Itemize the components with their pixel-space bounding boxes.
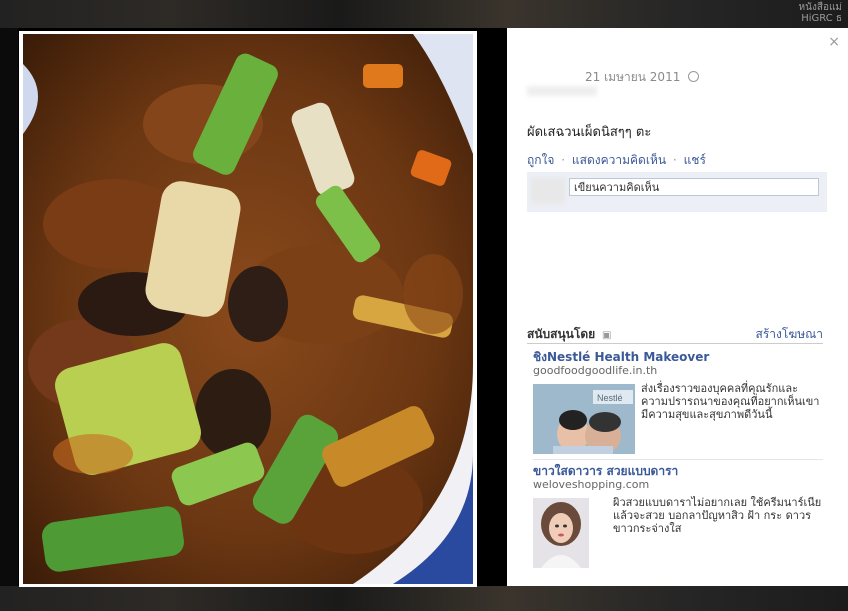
photo-date-row: 21 เมษายน 2011 [585,68,700,87]
globe-icon[interactable] [688,71,700,82]
action-separator: · [672,153,677,167]
photo-caption: ผัดเสฉวนเผ็ดนิสๆๆ ตะ [527,125,652,140]
ad-image[interactable] [533,498,589,568]
comment-box: เขียนความคิดเห็น [527,172,827,212]
background-text-2: HiGRC ธ [801,13,842,24]
like-link[interactable]: ถูกใจ [527,153,554,167]
avatar [531,178,565,204]
comment-input[interactable]: เขียนความคิดเห็น [569,178,819,196]
photo-date[interactable]: 21 เมษายน 2011 [585,70,680,84]
ad-item-weloveshopping[interactable]: ขาวใสดาวาร สวยแบบดารา weloveshopping.com… [533,464,823,568]
sponsored-header: สนับสนุนโดย ▣ สร้างโฆษณา [527,325,823,344]
stir-fry-photo-image [23,34,473,584]
background-text-1: หนังสือแม่ [798,2,842,13]
woman-portrait-picture [533,498,589,568]
create-ad-link[interactable]: สร้างโฆษณา [756,325,824,344]
nestle-ad-picture: Nestlé [533,384,635,454]
ad-url: weloveshopping.com [533,478,650,491]
close-icon[interactable]: × [828,34,840,50]
sponsored-icon: ▣ [601,330,612,341]
nestle-logo-text: Nestlé [597,393,623,403]
ad-text: ผิวสวยแบบดาราไม่อยากเลย ใช้ครีมนาร์เนียแ… [613,496,822,535]
ad-title[interactable]: ขาวใสดาวาร สวยแบบดารา [533,464,823,478]
ad-item-nestle[interactable]: ชิงNestlé Health Makeover goodfoodgoodli… [533,350,823,454]
ad-title[interactable]: ชิงNestlé Health Makeover [533,350,823,364]
background-corner-text: หนังสือแม่ HiGRC ธ [799,2,842,24]
ad-url: goodfoodgoodlife.in.th [533,364,658,377]
food-photo[interactable] [23,34,473,584]
share-link[interactable]: แชร์ [684,153,706,167]
sponsored-label: สนับสนุนโดย [527,327,596,341]
photo-actions: ถูกใจ · แสดงความคิดเห็น · แชร์ [527,151,706,170]
ad-divider [533,459,823,460]
background-footer-strip [0,586,848,611]
comment-link[interactable]: แสดงความคิดเห็น [572,153,666,167]
action-separator: · [561,153,566,167]
ad-image[interactable]: Nestlé [533,384,635,454]
photo-details-panel: × 21 เมษายน 2011 ผัดเสฉวนเผ็ดนิสๆๆ ตะ ถู… [507,28,848,586]
blurred-uploader-name [527,86,597,96]
ad-text: ส่งเรื่องราวของบุคคลที่คุณรักและความปราร… [641,382,820,421]
background-header-strip [0,0,848,28]
